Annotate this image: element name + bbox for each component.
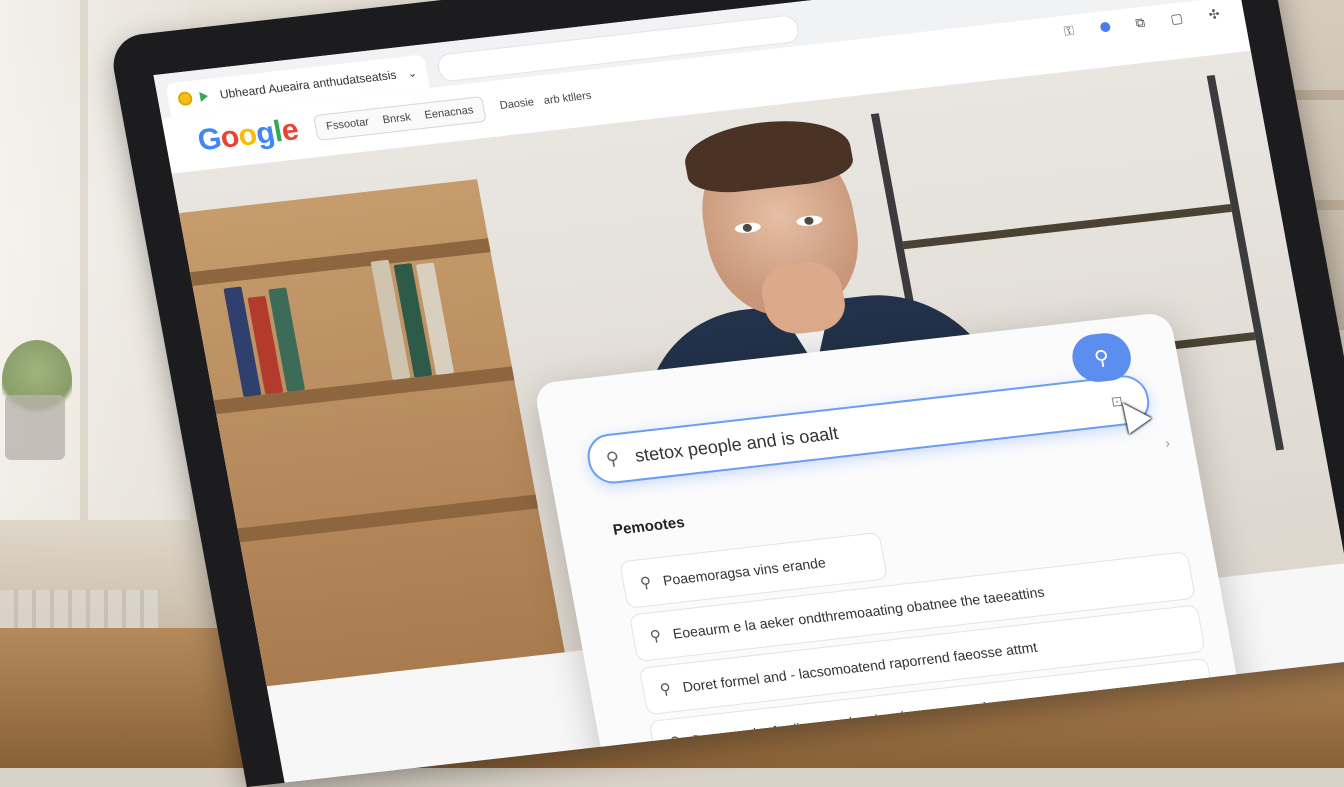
wooden-bookshelf <box>179 179 565 687</box>
google-logo[interactable]: Google <box>195 113 301 158</box>
search-query[interactable]: stetox people and is oaalt <box>633 391 1113 466</box>
eye <box>795 214 824 228</box>
nav-link[interactable]: arb ktllers <box>543 90 593 109</box>
plant-pot <box>5 395 65 460</box>
suggestion-text: Poaemoragsa vins erande <box>661 554 827 589</box>
nav-link-group-plain: Daosie arb ktllers <box>494 83 598 120</box>
screenshot-icon[interactable]: ⧉ <box>1134 15 1146 32</box>
key-icon[interactable]: ⚿ <box>1063 23 1076 40</box>
play-icon <box>199 91 209 102</box>
search-icon: ⚲ <box>638 574 653 593</box>
eye <box>734 221 762 235</box>
laptop: Ubheard Aueaira anthudatseatsis ⌄ ≡ — ◯ … <box>108 0 1344 787</box>
chevron-right-icon[interactable]: › <box>1164 435 1172 451</box>
nav-link[interactable]: Eenacnas <box>424 104 475 121</box>
profile-icon[interactable] <box>1098 21 1111 33</box>
tab-favicon-icon <box>176 90 194 107</box>
search-input[interactable]: ⚲ stetox people and is oaalt ⊡ <box>583 372 1154 486</box>
laptop-screen: Ubheard Aueaira anthudatseatsis ⌄ ≡ — ◯ … <box>153 0 1344 783</box>
chevron-down-icon[interactable]: ⌄ <box>406 66 418 80</box>
nav-link[interactable]: Fssootar <box>325 116 370 133</box>
suggestions-heading: Pemootes <box>611 513 687 539</box>
search-icon: ⚲ <box>1092 346 1112 370</box>
square-icon[interactable]: ▢ <box>1169 10 1184 27</box>
nav-link[interactable]: Daosie <box>499 96 536 114</box>
nav-link-group: Fssootar Bnrsk Eenacnas <box>313 96 487 141</box>
search-icon: ⚲ <box>648 627 663 646</box>
search-icon: ⚲ <box>604 447 621 469</box>
nav-link[interactable]: Bnrsk <box>382 111 412 126</box>
search-icon: ⚲ <box>658 680 673 699</box>
